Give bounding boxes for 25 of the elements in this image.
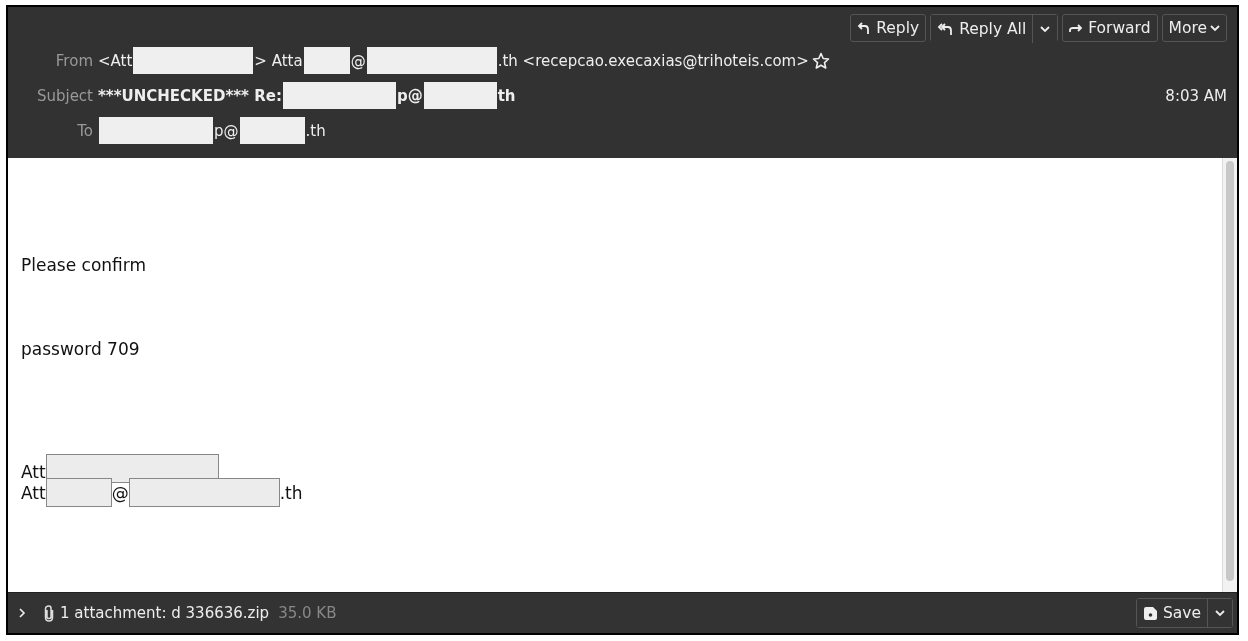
toolbar-button[interactable]: Forward	[1062, 14, 1158, 42]
header-value: th	[497, 86, 516, 105]
header-value: .th <recepcao.execaxias@trihoteis.com>	[497, 51, 809, 70]
message-date: 8:03 AM	[1165, 86, 1227, 105]
body-text: @	[111, 482, 129, 503]
body-text: Att	[21, 482, 46, 503]
field-label: Subject	[35, 86, 94, 105]
body-text: .th	[279, 482, 303, 503]
field-label: To	[76, 121, 94, 140]
more-button[interactable]: More	[1161, 14, 1227, 42]
toolbar-button[interactable]: Reply	[850, 14, 927, 42]
attachment-size: 35.0 KB	[278, 604, 337, 622]
body-text: password 709	[21, 338, 140, 359]
header-value: <Att	[98, 51, 133, 70]
body-text: Att	[21, 461, 46, 482]
header-value: ***UNCHECKED*** Re:	[98, 86, 282, 105]
field-label: From	[54, 51, 94, 70]
header-value: @	[350, 51, 366, 70]
header-value: p@	[396, 86, 423, 105]
body-text: Please confirm	[21, 254, 147, 275]
header-value: > Atta	[254, 51, 303, 70]
attachment-name[interactable]: 1 attachment: d 336636.zip	[60, 604, 270, 622]
header-value: p@	[214, 121, 239, 140]
reply-all-button[interactable]: Reply All	[931, 15, 1033, 43]
header-value: .th	[305, 121, 326, 140]
